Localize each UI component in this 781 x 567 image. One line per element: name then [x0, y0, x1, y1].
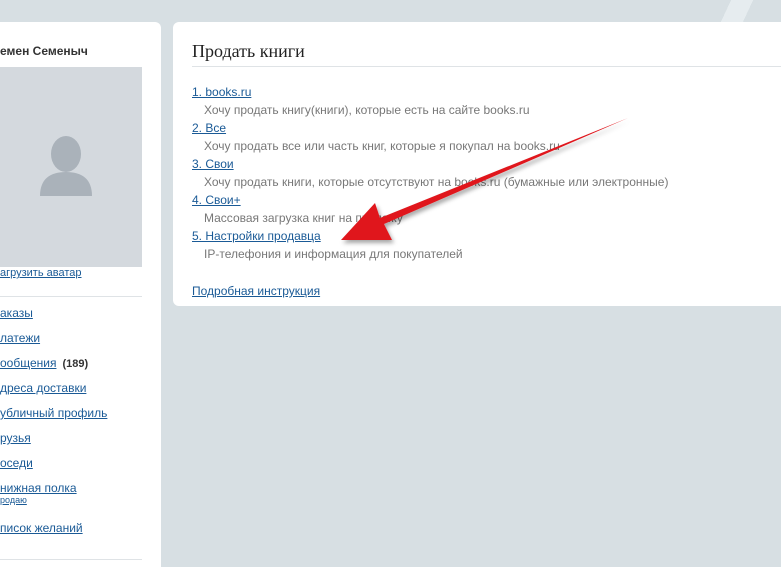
- sidebar-item-label[interactable]: убличный профиль: [0, 406, 107, 420]
- option-description: Хочу продать все или часть книг, которые…: [204, 139, 560, 153]
- sidebar-subitem-selling[interactable]: родаю: [0, 495, 77, 505]
- messages-count-badge: (189): [62, 358, 89, 370]
- sidebar-item-label[interactable]: рузья: [0, 431, 31, 445]
- sidebar-item-label[interactable]: аказы: [0, 306, 33, 320]
- page-title: Продать книги: [192, 41, 305, 61]
- option-own-link[interactable]: 3. Свои: [192, 157, 234, 171]
- option-books-ru-link[interactable]: 1. books.ru: [192, 85, 251, 99]
- option-description: Массовая загрузка книг на продажу: [204, 211, 403, 225]
- sidebar-item-neighbors[interactable]: оседи: [0, 456, 33, 470]
- sidebar-item-friends[interactable]: рузья: [0, 431, 31, 445]
- user-name: емен Семеныч: [0, 44, 88, 58]
- option-own-plus-link[interactable]: 4. Свои+: [192, 193, 241, 207]
- sidebar-item-label[interactable]: ообщения: [0, 356, 56, 370]
- sidebar-item-label[interactable]: нижная полка: [0, 481, 77, 495]
- background-stripe: [691, 0, 781, 22]
- sidebar-item-payments[interactable]: латежи: [0, 331, 40, 345]
- sidebar: емен Семеныч агрузить аватар аказы латеж…: [0, 22, 161, 567]
- user-silhouette-icon: [40, 136, 92, 196]
- option-description: IP-телефония и информация для покупателе…: [204, 247, 463, 261]
- sidebar-item-label[interactable]: писок желаний: [0, 521, 83, 535]
- option-description: Хочу продать книги, которые отсутствуют …: [204, 175, 669, 189]
- sidebar-item-addresses[interactable]: дреса доставки: [0, 381, 86, 395]
- sidebar-item-label[interactable]: латежи: [0, 331, 40, 345]
- sidebar-divider: [0, 559, 142, 560]
- option-seller-settings-link[interactable]: 5. Настройки продавца: [192, 229, 321, 243]
- sidebar-item-orders[interactable]: аказы: [0, 306, 33, 320]
- sell-books-panel: Продать книги 1. books.ru Хочу продать к…: [173, 22, 781, 306]
- title-divider: [192, 66, 781, 67]
- sidebar-item-label[interactable]: оседи: [0, 456, 33, 470]
- sidebar-item-public-profile[interactable]: убличный профиль: [0, 406, 107, 420]
- avatar: [0, 67, 142, 267]
- instructions-link[interactable]: Подробная инструкция: [192, 284, 320, 298]
- option-all-link[interactable]: 2. Все: [192, 121, 226, 135]
- sidebar-divider: [0, 296, 142, 297]
- sidebar-item-wishlist[interactable]: писок желаний: [0, 521, 83, 535]
- sidebar-item-messages[interactable]: ообщения (189): [0, 356, 88, 370]
- sidebar-item-label[interactable]: дреса доставки: [0, 381, 86, 395]
- option-description: Хочу продать книгу(книги), которые есть …: [204, 103, 530, 117]
- sidebar-item-bookshelf[interactable]: нижная полка родаю: [0, 481, 77, 505]
- upload-avatar-link[interactable]: агрузить аватар: [0, 267, 82, 279]
